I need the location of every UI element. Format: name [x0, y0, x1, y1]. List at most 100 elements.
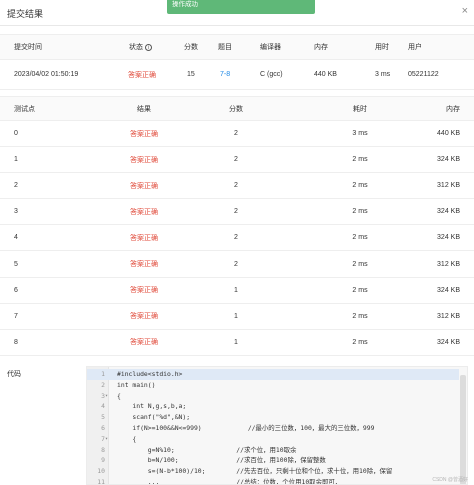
testcase-memory: 324 KB: [437, 208, 460, 216]
code-text: {: [117, 434, 137, 443]
line-number: 2: [101, 380, 105, 389]
testcase-time: 2 ms: [352, 208, 368, 216]
col-status-label: 状态: [129, 44, 143, 51]
code-line: 2 int main(): [87, 380, 459, 391]
code-text: int N,g,s,b,a;: [117, 402, 187, 411]
testcase-time: 2 ms: [352, 286, 368, 294]
testcase-id: 3: [14, 208, 18, 216]
code-text: #include<stdio.h>: [117, 370, 183, 378]
submit-time: 2023/04/02 01:50:19: [14, 71, 79, 78]
testcase-id: 0: [14, 130, 18, 137]
testcase-result: 答案正确: [130, 156, 158, 164]
testcase-memory: 324 KB: [437, 338, 460, 346]
line-number: 5: [101, 413, 105, 422]
testcase-id: 2: [14, 182, 18, 190]
testcase-score: 1: [234, 338, 238, 346]
code-scrollbar[interactable]: [460, 375, 466, 484]
line-number: 4: [101, 402, 105, 411]
code-line: 7 ▾ {: [87, 434, 459, 445]
line-number: 6: [101, 424, 105, 432]
line-number: 11: [97, 478, 105, 485]
testcase-time: 3 ms: [352, 130, 368, 137]
testcase-memory: 324 KB: [437, 286, 460, 294]
testcase-row: 4 答案正确 2 2 ms 324 KB: [0, 225, 474, 252]
testcase-score: 2: [234, 260, 238, 268]
col-result: 结果: [137, 105, 151, 113]
col-tc-memory: 内存: [446, 105, 460, 113]
code-text: s=(N-b*100)/10; //先去百位，只剩十位和个位，求十位，用10除，…: [117, 467, 393, 476]
testcase-result: 答案正确: [130, 287, 158, 295]
testcase-memory: 312 KB: [437, 260, 460, 268]
info-icon[interactable]: i: [145, 43, 152, 51]
testcase-time: 2 ms: [352, 156, 368, 164]
testcase-id: 8: [14, 338, 18, 346]
testcase-memory: 324 KB: [437, 234, 460, 242]
testcase-result: 答案正确: [130, 234, 158, 242]
code-text: int main(): [117, 380, 156, 389]
testcase-result: 答案正确: [130, 182, 158, 190]
line-number: 9: [101, 456, 105, 465]
testcase-memory: 440 KB: [437, 130, 460, 137]
submission-table-header: 提交时间 状态 i 分数 题目 编译器 内存 用时 用户: [0, 34, 474, 60]
code-text: if(N>=100&&N<=999) //最小的三位数，100，最大的三位数，9…: [117, 424, 375, 432]
col-tc-score: 分数: [229, 105, 243, 113]
testcase-id: 7: [14, 312, 18, 320]
testcase-id: 1: [14, 156, 18, 164]
col-testcase: 测试点: [14, 105, 35, 113]
success-toast: 操作成功: [167, 0, 315, 14]
line-number: 1: [101, 370, 105, 378]
fold-icon[interactable]: ▾: [105, 391, 108, 402]
line-number: 3: [101, 391, 105, 400]
submission-row: 2023/04/02 01:50:19 答案正确 15 7-8 C (gcc) …: [0, 60, 474, 90]
code-text: g=N%10; //求个位，用10取余: [117, 445, 297, 454]
testcase-id: 5: [14, 260, 18, 268]
testcase-score: 2: [234, 156, 238, 164]
testcase-time: 2 ms: [352, 338, 368, 346]
submit-duration: 3 ms: [375, 71, 391, 78]
col-compiler: 编译器: [260, 44, 281, 51]
code-line: 11 ... //总结：位数，个位用10取余即可，: [87, 477, 459, 485]
testcase-row: 7 答案正确 1 2 ms 312 KB: [0, 304, 474, 330]
code-line: 8 g=N%10; //求个位，用10取余: [87, 445, 459, 456]
problem-link[interactable]: 7-8: [220, 60, 230, 89]
col-memory: 内存: [314, 44, 328, 51]
dialog-title: 提交结果: [7, 9, 44, 19]
testcase-result: 答案正确: [130, 313, 158, 321]
code-viewer[interactable]: 1 #include<stdio.h> 2 int main() 3 ▾{4 int N,…: [86, 366, 468, 485]
testcase-score: 1: [234, 286, 238, 294]
testcase-row: 5 答案正确 2 2 ms 312 KB: [0, 252, 474, 278]
submit-user: 05221122: [408, 71, 439, 78]
close-icon[interactable]: ×: [462, 5, 468, 17]
code-line: 10 s=(N-b*100)/10; //先去百位，只剩十位和个位，求十位，用1…: [87, 466, 459, 477]
testcase-time: 2 ms: [352, 312, 368, 320]
testcase-score: 2: [234, 234, 238, 242]
testcase-row: 3 答案正确 2 2 ms 324 KB: [0, 199, 474, 226]
submit-compiler: C (gcc): [260, 71, 283, 78]
testcase-time: 2 ms: [352, 182, 368, 190]
testcase-score: 2: [234, 130, 238, 137]
col-problem: 题目: [218, 44, 232, 51]
testcase-result: 答案正确: [130, 130, 158, 138]
col-score: 分数: [184, 44, 198, 51]
submit-memory: 440 KB: [314, 71, 337, 78]
code-line: 1 #include<stdio.h>: [87, 369, 459, 380]
col-user: 用户: [408, 44, 422, 51]
col-duration: 用时: [375, 44, 389, 51]
testcase-table-header: 测试点 结果 分数 耗时 内存: [0, 96, 474, 121]
testcase-memory: 324 KB: [437, 156, 460, 164]
submit-status: 答案正确: [128, 71, 156, 79]
code-line: 5 scanf("%d",&N);: [87, 412, 459, 423]
testcase-time: 2 ms: [352, 234, 368, 242]
line-number: 7: [101, 434, 105, 443]
code-label: 代码: [7, 371, 21, 378]
testcase-row: 0 答案正确 2 3 ms 440 KB: [0, 121, 474, 147]
testcase-id: 6: [14, 286, 18, 294]
testcase-row: 8 答案正确 1 2 ms 324 KB: [0, 330, 474, 356]
testcase-memory: 312 KB: [437, 312, 460, 320]
testcase-row: 6 答案正确 1 2 ms 324 KB: [0, 278, 474, 304]
testcase-result: 答案正确: [130, 339, 158, 347]
fold-icon[interactable]: ▾: [105, 434, 108, 445]
col-submit-time: 提交时间: [14, 44, 42, 51]
watermark: CSDN @曾酒好: [432, 477, 468, 483]
line-number: 8: [101, 445, 105, 454]
